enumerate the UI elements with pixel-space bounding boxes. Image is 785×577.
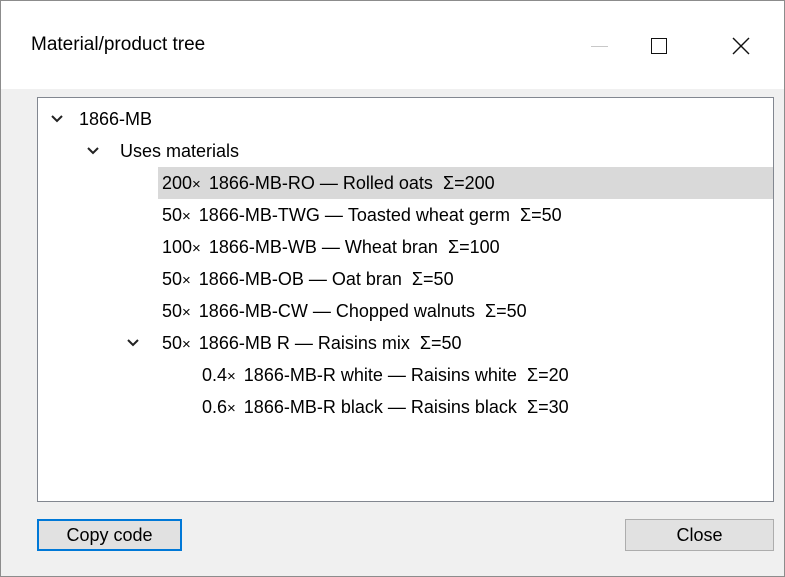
tree-node-item[interactable]: 200× 1866-MB-RO — Rolled oats Σ=200 bbox=[38, 167, 773, 199]
chevron-down-icon[interactable] bbox=[50, 112, 64, 126]
close-icon bbox=[732, 37, 750, 55]
item-code: 1866-MB-RO bbox=[208, 172, 315, 193]
tree-node-item-raisins-mix[interactable]: 50× 1866-MB R — Raisins mix Σ=50 bbox=[38, 327, 773, 359]
times-symbol: × bbox=[182, 207, 191, 225]
tree-node-item[interactable]: 50× 1866-MB-CW — Chopped walnuts Σ=50 bbox=[38, 295, 773, 327]
times-symbol: × bbox=[192, 239, 201, 257]
item-qty: 50 bbox=[162, 204, 183, 225]
item-sum: Σ=20 bbox=[526, 364, 569, 385]
item-qty: 200 bbox=[162, 172, 193, 193]
minimize-button[interactable] bbox=[569, 15, 629, 77]
material-tree-view[interactable]: 1866-MB Uses materials 200× 1866-MB-RO —… bbox=[37, 97, 774, 502]
material-tree-dialog: Material/product tree 1866-MB Uses mater… bbox=[0, 0, 785, 577]
times-symbol: × bbox=[227, 367, 236, 385]
tree-node-subitem[interactable]: 0.6× 1866-MB-R black — Raisins black Σ=3… bbox=[38, 391, 773, 423]
item-code: 1866-MB-OB bbox=[198, 268, 304, 289]
item-code: 1866-MB-WB bbox=[208, 236, 317, 257]
chevron-down-icon[interactable] bbox=[126, 336, 140, 350]
item-sum: Σ=50 bbox=[411, 268, 454, 289]
window-title: Material/product tree bbox=[31, 34, 206, 55]
item-code: 1866-MB R bbox=[198, 332, 290, 353]
item-qty: 0.6 bbox=[202, 396, 228, 417]
item-qty: 0.4 bbox=[202, 364, 228, 385]
item-name: Raisins black bbox=[410, 396, 517, 417]
tree-node-label: Uses materials bbox=[120, 140, 240, 161]
tree-node-label: 1866-MB bbox=[79, 108, 153, 129]
item-sum: Σ=30 bbox=[526, 396, 569, 417]
times-symbol: × bbox=[182, 303, 191, 321]
item-name: Oat bran bbox=[331, 268, 402, 289]
item-name: Raisins mix bbox=[317, 332, 410, 353]
item-name: Rolled oats bbox=[342, 172, 433, 193]
item-qty: 50 bbox=[162, 300, 183, 321]
item-qty: 100 bbox=[162, 236, 193, 257]
chevron-down-icon[interactable] bbox=[86, 144, 100, 158]
item-sum: Σ=50 bbox=[484, 300, 527, 321]
item-qty: 50 bbox=[162, 332, 183, 353]
item-name: Wheat bran bbox=[344, 236, 438, 257]
times-symbol: × bbox=[182, 271, 191, 289]
title-bar: Material/product tree bbox=[1, 1, 784, 89]
item-sum: Σ=100 bbox=[447, 236, 500, 257]
item-qty: 50 bbox=[162, 268, 183, 289]
item-sum: Σ=50 bbox=[419, 332, 462, 353]
maximize-button[interactable] bbox=[629, 15, 689, 77]
item-code: 1866-MB-R black bbox=[243, 396, 383, 417]
item-code: 1866-MB-R white bbox=[243, 364, 383, 385]
tree-node-item[interactable]: 100× 1866-MB-WB — Wheat bran Σ=100 bbox=[38, 231, 773, 263]
tree-node-subitem[interactable]: 0.4× 1866-MB-R white — Raisins white Σ=2… bbox=[38, 359, 773, 391]
item-name: Chopped walnuts bbox=[335, 300, 475, 321]
copy-code-button[interactable]: Copy code bbox=[37, 519, 182, 551]
item-name: Toasted wheat germ bbox=[347, 204, 510, 225]
times-symbol: × bbox=[227, 399, 236, 417]
times-symbol: × bbox=[182, 335, 191, 353]
maximize-icon bbox=[651, 38, 667, 54]
times-symbol: × bbox=[192, 175, 201, 193]
close-button[interactable]: Close bbox=[625, 519, 774, 551]
item-code: 1866-MB-TWG bbox=[198, 204, 320, 225]
item-name: Raisins white bbox=[410, 364, 517, 385]
tree-node-item[interactable]: 50× 1866-MB-OB — Oat bran Σ=50 bbox=[38, 263, 773, 295]
tree-node-root[interactable]: 1866-MB bbox=[38, 103, 773, 135]
close-window-button[interactable] bbox=[711, 15, 771, 77]
item-sum: Σ=200 bbox=[442, 172, 495, 193]
tree-node-item[interactable]: 50× 1866-MB-TWG — Toasted wheat germ Σ=5… bbox=[38, 199, 773, 231]
tree-node-uses-materials[interactable]: Uses materials bbox=[38, 135, 773, 167]
item-sum: Σ=50 bbox=[519, 204, 562, 225]
item-code: 1866-MB-CW bbox=[198, 300, 308, 321]
minimize-icon bbox=[590, 45, 608, 47]
